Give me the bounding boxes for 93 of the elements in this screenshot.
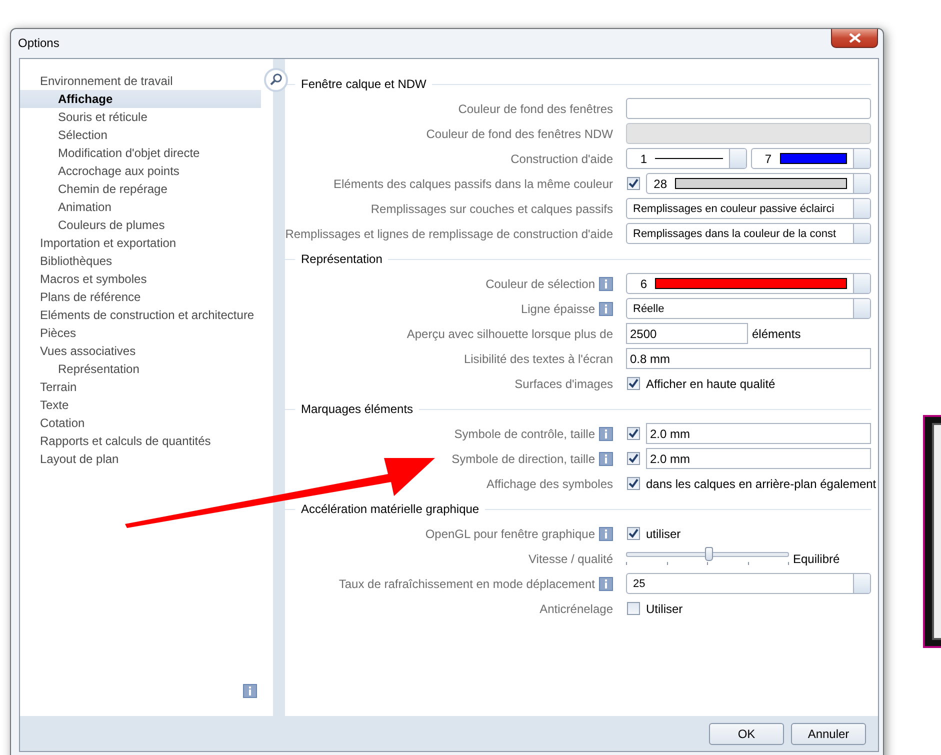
tree-item[interactable]: Cotation: [20, 414, 261, 432]
tree-item[interactable]: Affichage: [20, 90, 261, 108]
checkbox[interactable]: [627, 452, 640, 465]
tree-item[interactable]: Pièces: [20, 324, 261, 342]
tree-item[interactable]: Texte: [20, 396, 261, 414]
dropdown-value: Remplissages dans la couleur de la const: [633, 228, 836, 240]
dropdown-value: Remplissages en couleur passive éclairci: [633, 202, 834, 214]
slider-thumb[interactable]: [704, 546, 712, 560]
window-title: Options: [18, 36, 60, 50]
color-field[interactable]: [626, 98, 871, 119]
info-icon[interactable]: [599, 576, 613, 590]
dropdown[interactable]: 6: [626, 273, 871, 294]
tree-item[interactable]: Chemin de repérage: [20, 180, 261, 198]
tree-item[interactable]: Souris et réticule: [20, 108, 261, 126]
input-field[interactable]: 2.0 mm: [646, 448, 871, 469]
tree-item[interactable]: Animation: [20, 198, 261, 216]
info-icon[interactable]: [599, 426, 613, 440]
dropdown[interactable]: 1: [626, 148, 746, 169]
tree-item[interactable]: Importation et exportation: [20, 234, 261, 252]
tree-item[interactable]: Vues associatives: [20, 342, 261, 360]
tree-item[interactable]: Sélection: [20, 126, 261, 144]
info-icon[interactable]: [243, 684, 257, 698]
field-label: Construction d'aide: [510, 152, 613, 166]
search-icon[interactable]: [264, 68, 288, 92]
info-icon[interactable]: [599, 276, 613, 290]
field-label: Symbole de contrôle, taille: [454, 426, 595, 440]
field-label: Ligne épaisse: [520, 302, 595, 316]
info-icon[interactable]: [599, 452, 613, 466]
info-icon[interactable]: [599, 302, 613, 316]
tree-item[interactable]: Layout de plan: [20, 450, 261, 468]
dropdown[interactable]: 7: [750, 148, 871, 169]
checkbox[interactable]: [627, 602, 640, 615]
checkbox[interactable]: [627, 177, 640, 190]
pen-number: 28: [653, 176, 667, 190]
field-label: Vitesse / qualité: [528, 552, 613, 566]
input-field[interactable]: 2.0 mm: [646, 423, 871, 444]
tree-item[interactable]: Macros et symboles: [20, 270, 261, 288]
dropdown[interactable]: Remplissages dans la couleur de la const: [626, 223, 871, 244]
dropdown-value: 25: [633, 578, 646, 590]
field-label: Anticrénelage: [540, 602, 613, 616]
dropdown[interactable]: 25: [626, 573, 871, 594]
field-label: Lisibilité des textes à l'écran: [464, 352, 613, 366]
checkbox-label: dans les calques en arrière-plan également: [646, 476, 876, 490]
info-icon[interactable]: [599, 526, 613, 540]
checkbox[interactable]: [627, 427, 640, 440]
field-label: OpenGL pour fenêtre graphique: [425, 526, 595, 540]
tree-item[interactable]: Eléments de construction et architecture: [20, 306, 261, 324]
tree-item[interactable]: Accrochage aux points: [20, 162, 261, 180]
checkbox[interactable]: [627, 527, 640, 540]
tree-item[interactable]: Rapports et calculs de quantités: [20, 432, 261, 450]
section-title: Marquages éléments: [300, 402, 414, 416]
pen-number: 6: [639, 276, 647, 290]
close-icon: [848, 33, 862, 43]
field-label: Aperçu avec silhouette lorsque plus de: [406, 326, 613, 340]
section-title: Accélération matérielle graphique: [300, 502, 480, 516]
unit-label: éléments: [752, 326, 801, 340]
tree-item[interactable]: Bibliothèques: [20, 252, 261, 270]
field-label: Surfaces d'images: [514, 376, 613, 390]
input-field[interactable]: 2500: [626, 323, 748, 344]
checkbox-label: Utiliser: [646, 602, 683, 616]
dropdown[interactable]: 28: [646, 173, 871, 194]
field-label: Couleur de sélection: [486, 276, 595, 290]
tree-item[interactable]: Plans de référence: [20, 288, 261, 306]
line-sample-icon: [655, 158, 722, 159]
section-title: Représentation: [300, 252, 384, 266]
checkbox[interactable]: [627, 477, 640, 490]
dropdown[interactable]: Remplissages en couleur passive éclairci: [626, 198, 871, 219]
slider-value: Equilibré: [793, 552, 840, 566]
field-label: Affichage des symboles: [486, 476, 613, 490]
field-label: Couleur de fond des fenêtres NDW: [426, 126, 613, 140]
input-field[interactable]: 0.8 mm: [626, 348, 871, 369]
field-label: Remplissages et lignes de remplissage de construction d'aide: [285, 226, 613, 240]
field-label: Eléments des calques passifs dans la même couleur: [334, 176, 613, 190]
tree-item[interactable]: Couleurs de plumes: [20, 216, 261, 234]
checkbox-label: utiliser: [646, 526, 681, 540]
close-button[interactable]: [831, 29, 878, 48]
dropdown-value: Réelle: [633, 302, 664, 314]
field-label: Taux de rafraîchissement en mode déplacement: [338, 576, 595, 590]
dialog-button[interactable]: OK: [709, 722, 784, 744]
tree-item[interactable]: Terrain: [20, 378, 261, 396]
pen-number: 1: [639, 152, 647, 166]
dropdown[interactable]: Réelle: [626, 298, 871, 319]
section-title: Fenêtre calque et NDW: [300, 77, 428, 91]
field-label: Symbole de direction, taille: [452, 452, 595, 466]
field-label: Remplissages sur couches et calques passifs: [370, 202, 613, 216]
pen-number: 7: [764, 152, 772, 166]
tree-item[interactable]: Modification d'objet directe: [20, 144, 261, 162]
checkbox[interactable]: [627, 377, 640, 390]
dialog-button[interactable]: Annuler: [791, 722, 866, 744]
tree-item[interactable]: Environnement de travail: [20, 72, 261, 90]
field-label: Couleur de fond des fenêtres: [458, 102, 613, 116]
tree-item[interactable]: Représentation: [20, 360, 261, 378]
checkbox-label: Afficher en haute qualité: [646, 376, 776, 390]
